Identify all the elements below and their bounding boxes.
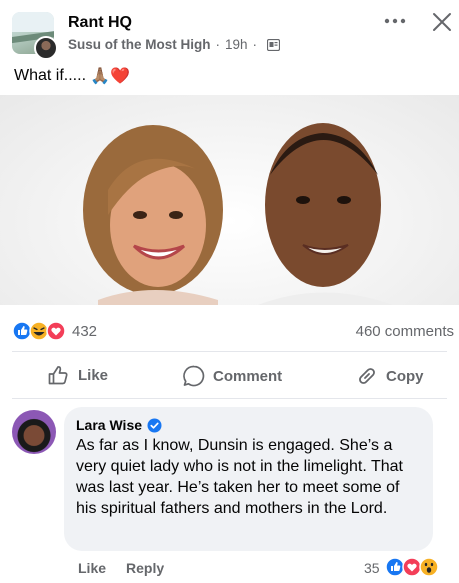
meta-separator: ·: [215, 37, 221, 52]
copy-label: Copy: [386, 367, 424, 385]
divider: [12, 398, 447, 399]
like-outline-icon: [48, 366, 68, 385]
divider: [12, 351, 447, 352]
post-time[interactable]: 19h: [225, 37, 248, 52]
post-author[interactable]: Susu of the Most High: [68, 37, 211, 52]
like-button[interactable]: Like: [48, 365, 108, 385]
author-avatar[interactable]: [34, 36, 58, 60]
like-label: Like: [78, 366, 109, 384]
post-text: What if..... 🙏🏽❤️: [14, 66, 130, 86]
group-name[interactable]: Rant HQ: [68, 14, 132, 32]
reactions-count[interactable]: 432: [72, 323, 97, 340]
post-meta: Susu of the Most High · 19h ·: [68, 37, 281, 52]
comment-icon: [183, 365, 205, 387]
post-body: What if.....: [14, 67, 87, 84]
post-stats: 432 460 comments: [0, 315, 459, 349]
commenter: Lara Wise: [76, 417, 421, 433]
group-icon: [267, 38, 281, 51]
haha-icon: [29, 321, 49, 341]
like-icon: [12, 321, 32, 341]
comment-button[interactable]: Comment: [183, 365, 282, 387]
commenter-name[interactable]: Lara Wise: [76, 417, 142, 433]
commenter-avatar[interactable]: [12, 410, 56, 454]
comment-text: As far as I know, Dunsin is engaged. She…: [76, 437, 403, 517]
wow-icon: [419, 557, 439, 577]
post-emojis: 🙏🏽❤️: [90, 68, 130, 85]
comment-reaction-icons[interactable]: [385, 557, 443, 577]
like-icon: [385, 557, 405, 577]
comment-actions: Like Reply: [78, 560, 184, 576]
comment-reply-button[interactable]: Reply: [126, 560, 164, 576]
verified-icon: [147, 418, 162, 432]
link-icon: [359, 368, 375, 384]
reaction-icons[interactable]: [12, 321, 70, 341]
comment-reactions-count[interactable]: 35: [364, 560, 380, 576]
love-icon: [46, 321, 66, 341]
close-icon[interactable]: [432, 12, 452, 32]
copy-button[interactable]: Copy: [356, 365, 424, 387]
comment-bubble: Lara Wise As far as I know, Dunsin is en…: [64, 407, 433, 551]
comments-count[interactable]: 460 comments: [356, 323, 454, 340]
comment-like-button[interactable]: Like: [78, 560, 106, 576]
more-icon[interactable]: [384, 16, 406, 26]
love-icon: [402, 557, 422, 577]
meta-separator-2: ·: [252, 37, 258, 52]
comment-label: Comment: [213, 367, 283, 385]
post-image[interactable]: [0, 95, 459, 305]
photo-man: [258, 123, 393, 305]
post-actions: Like Comment Copy: [0, 358, 459, 398]
post-header: Rant HQ Susu of the Most High · 19h ·: [0, 0, 459, 60]
photo-woman: [83, 125, 223, 305]
